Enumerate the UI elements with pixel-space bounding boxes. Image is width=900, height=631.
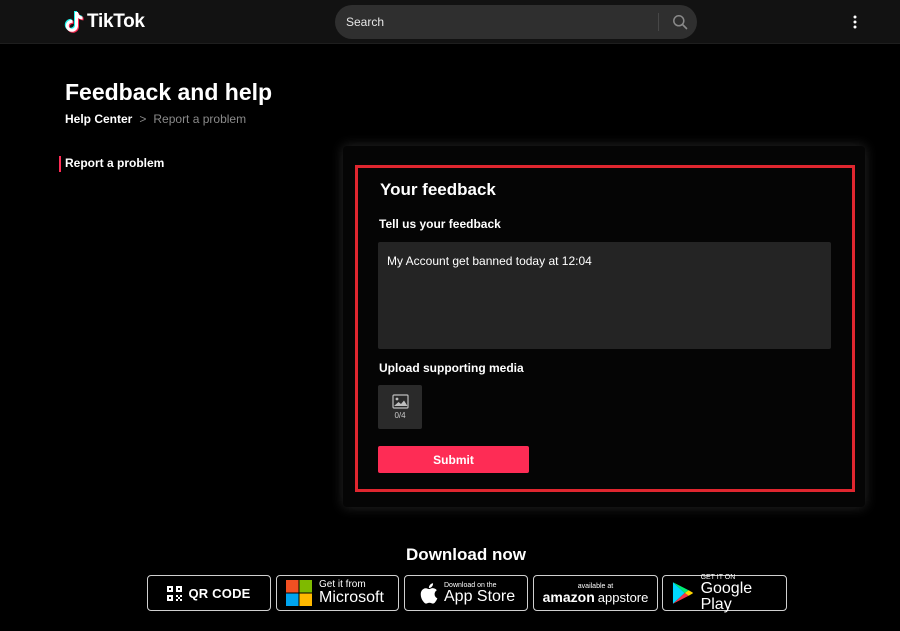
search-icon — [673, 15, 688, 30]
brand-name: TikTok — [87, 11, 145, 32]
breadcrumb-separator: > — [139, 112, 147, 126]
tiktok-note-icon — [64, 11, 84, 33]
amazon-appstore-text: available at amazon appstore — [543, 583, 649, 604]
microsoft-store-text: Get it from Microsoft — [319, 580, 384, 606]
search-bar — [335, 5, 697, 39]
upload-media-button[interactable]: 0/4 — [378, 385, 422, 429]
upload-count: 0/4 — [394, 411, 406, 420]
amazon-store-text: appstore — [597, 589, 649, 605]
upload-label: Upload supporting media — [379, 361, 524, 375]
microsoft-store-button[interactable]: Get it from Microsoft — [276, 575, 399, 611]
qr-code-button[interactable]: QR CODE — [147, 575, 271, 611]
breadcrumb-help-center[interactable]: Help Center — [65, 112, 132, 126]
qr-code-icon — [167, 585, 183, 601]
amazon-appstore-button[interactable]: available at amazon appstore — [533, 575, 658, 611]
microsoft-big-text: Microsoft — [319, 589, 384, 606]
breadcrumb-current: Report a problem — [153, 112, 247, 126]
search-button[interactable] — [663, 5, 697, 39]
download-title: Download now — [406, 545, 526, 564]
amazon-row: amazon appstore — [543, 590, 649, 604]
more-options-button[interactable] — [846, 12, 864, 32]
google-play-button[interactable]: GET IT ON Google Play — [662, 574, 787, 613]
breadcrumb: Help Center > Report a problem — [65, 112, 246, 126]
feedback-textarea[interactable]: My Account get banned today at 12:04 — [378, 242, 831, 349]
search-input[interactable] — [335, 5, 655, 39]
google-play-text: GET IT ON Google Play — [701, 574, 786, 613]
google-play-big-text: Google Play — [700, 579, 753, 613]
submit-button[interactable]: Submit — [378, 446, 529, 473]
microsoft-logo-icon — [286, 580, 312, 606]
app-store-text: Download on the App Store — [444, 582, 515, 605]
feedback-title: Your feedback — [380, 180, 496, 199]
qr-code-label: QR CODE — [188, 585, 251, 601]
apple-logo-icon — [420, 582, 438, 604]
page-title: Feedback and help — [65, 79, 273, 105]
app-store-button[interactable]: Download on the App Store — [404, 575, 528, 611]
feedback-label: Tell us your feedback — [379, 217, 501, 231]
vertical-dots-icon — [853, 15, 857, 29]
tiktok-logo[interactable]: TikTok — [64, 10, 145, 34]
search-divider — [658, 13, 659, 31]
sidebar-item-report-a-problem[interactable]: Report a problem — [59, 156, 164, 172]
top-bar: TikTok — [0, 0, 900, 44]
google-play-icon — [672, 582, 693, 604]
amazon-brand-text: amazon — [542, 588, 595, 605]
image-icon — [391, 394, 409, 409]
app-store-big-text: App Store — [444, 587, 516, 605]
